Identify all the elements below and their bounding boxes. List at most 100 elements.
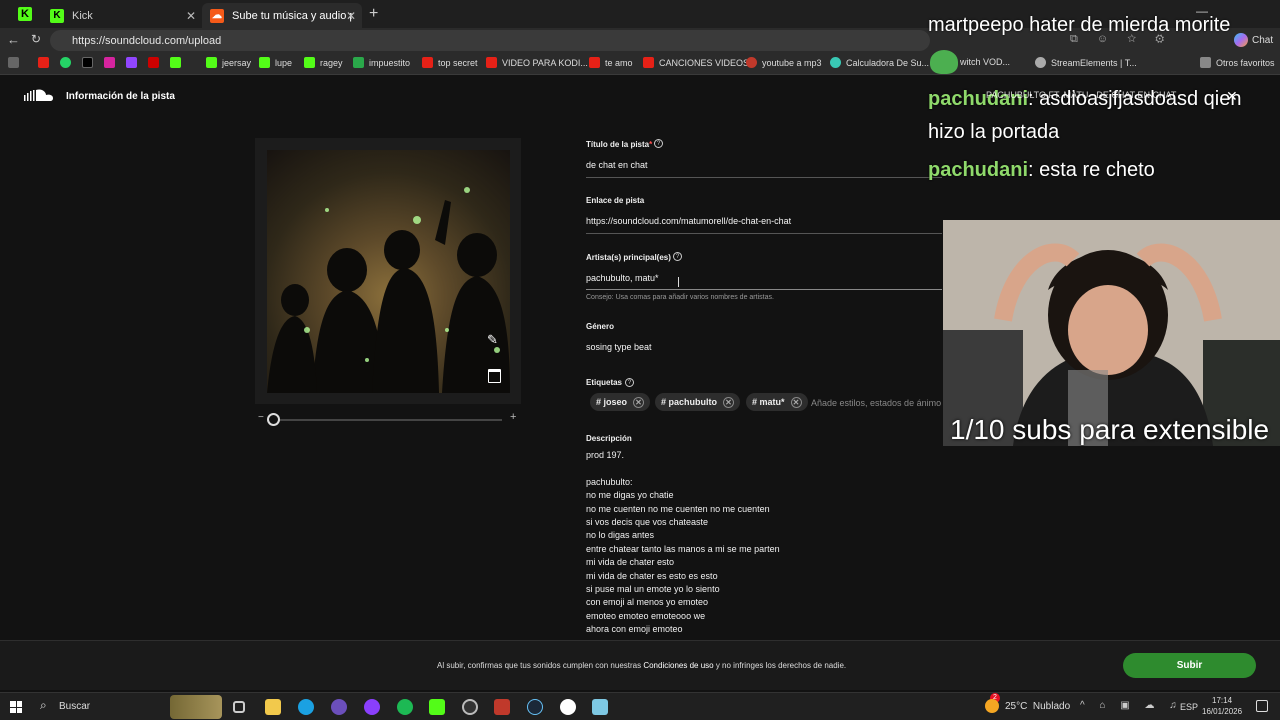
title-input[interactable]: de chat en chat <box>586 160 648 170</box>
language-indicator[interactable]: ESP <box>1180 702 1198 712</box>
tab-soundcloud[interactable]: ☁ Sube tu música y audio para comp ✕ <box>202 3 362 28</box>
obs-icon[interactable] <box>462 699 478 715</box>
artist-underline <box>586 289 942 290</box>
bookmark-impuestito[interactable]: impuestito <box>353 57 410 68</box>
pepe-emote-icon <box>930 50 958 74</box>
file-explorer-icon[interactable] <box>265 699 281 715</box>
instagram-icon <box>104 57 115 68</box>
search-icon[interactable]: ⌕ <box>40 698 47 713</box>
menu-icon <box>8 57 19 68</box>
tag-chip-joseo[interactable]: # joseo ✕ <box>590 393 651 411</box>
bookmark-canciones[interactable]: CANCIONES VIDEOS <box>643 57 749 68</box>
tray-icons[interactable]: ^ ⌂ ▣ ☁ ♫ <box>1080 700 1183 711</box>
description-line: mi vida de chater esto <box>586 557 675 568</box>
close-icon[interactable]: ✕ <box>346 9 356 23</box>
tag-chip-matu[interactable]: # matu* ✕ <box>746 393 808 411</box>
tab-kick[interactable]: K Kick ✕ <box>42 3 202 28</box>
task-view-icon[interactable] <box>233 701 245 713</box>
back-icon[interactable]: ← <box>7 32 20 47</box>
edit-artwork-icon[interactable]: ✎ <box>487 332 498 348</box>
steam-icon[interactable] <box>527 699 543 715</box>
description-line: si puse mal un emote yo lo siento <box>586 584 720 595</box>
bookmark-video-kodi[interactable]: VIDEO PARA KODI... <box>486 57 588 68</box>
taskbar-search[interactable]: Buscar <box>59 701 90 712</box>
spotify-icon[interactable] <box>397 699 413 715</box>
reload-icon[interactable]: ↻ <box>31 32 41 46</box>
edge-icon[interactable] <box>298 699 314 715</box>
description-line <box>586 462 780 475</box>
taskbar: ⌕ Buscar 2 25°C Nublado ^ ⌂ ▣ ☁ ♫ ESP 17… <box>0 692 1280 720</box>
title-underline <box>586 177 942 178</box>
twitch-icon <box>126 57 137 68</box>
description-textarea[interactable]: prod 197. pachubulto: no me digas yo chat… <box>586 449 780 637</box>
remove-tag-icon[interactable]: ✕ <box>633 396 645 408</box>
bookmark-te-amo[interactable]: te amo <box>589 57 633 68</box>
delete-artwork-icon[interactable] <box>488 369 501 383</box>
bookmark-lupe[interactable]: lupe <box>259 57 292 68</box>
close-icon[interactable]: ✕ <box>186 9 196 23</box>
notifications-icon[interactable] <box>1256 700 1268 712</box>
canva-icon[interactable] <box>364 699 380 715</box>
whatsapp-icon <box>60 57 71 68</box>
x-icon <box>82 57 93 68</box>
info-icon[interactable]: ? <box>654 139 663 148</box>
soundcloud-logo-icon[interactable] <box>24 89 54 102</box>
zoom-slider-track[interactable] <box>268 419 502 421</box>
video-editor-icon[interactable] <box>494 699 510 715</box>
remove-tag-icon[interactable]: ✕ <box>723 396 734 408</box>
pinterest-icon <box>148 57 159 68</box>
browser-icon[interactable] <box>331 699 347 715</box>
bookmark-ragey[interactable]: ragey <box>304 57 343 68</box>
zoom-out-icon[interactable]: − <box>258 412 264 423</box>
info-icon[interactable]: ? <box>673 252 682 261</box>
bookmark-calculadora[interactable]: Calculadora De Su... <box>830 57 929 68</box>
app-icon[interactable] <box>592 699 608 715</box>
windows-start-icon[interactable] <box>10 701 22 713</box>
terms-notice: Al subir, confirmas que tus sonidos cump… <box>437 661 847 670</box>
genre-input[interactable]: sosing type beat <box>586 342 652 352</box>
close-icon[interactable]: ✕ <box>1226 88 1238 105</box>
bookmark-youtube-mp3[interactable]: youtube a mp3 <box>746 57 822 68</box>
kick-icon <box>170 57 181 68</box>
soundcloud-icon: ☁ <box>210 8 224 23</box>
kick-app-icon[interactable]: K <box>18 7 32 21</box>
description-line: no me digas yo chatie <box>586 490 674 501</box>
description-line: pachubulto: <box>586 476 633 487</box>
media-player-icon[interactable] <box>560 699 576 715</box>
chat-message: hizo la portada <box>928 121 1060 143</box>
webcam-feed <box>943 220 1280 446</box>
bookmark-top-secret[interactable]: top secret <box>422 57 478 68</box>
link-label: Enlace de pista <box>586 196 645 205</box>
description-line: ahora con emoji emoteo <box>586 624 683 635</box>
youtube-icon <box>38 57 49 68</box>
remove-tag-icon[interactable]: ✕ <box>790 396 802 408</box>
artist-hint: Consejo: Usa comas para añadir varios no… <box>586 294 774 301</box>
artist-input[interactable]: pachubulto, matu* <box>586 273 659 283</box>
bookmark-jeersay[interactable]: jeersay <box>206 57 251 68</box>
new-tab-button[interactable]: + <box>369 5 378 23</box>
description-line: prod 197. <box>586 450 625 460</box>
bookmark-icons[interactable] <box>8 57 186 68</box>
description-line: entre chatear tanto las manos a mi se me… <box>586 543 780 554</box>
url-field[interactable]: https://soundcloud.com/upload <box>50 30 930 51</box>
description-line: no me cuenten no me cuenten no me cuente… <box>586 503 770 514</box>
title-label: Título de la pista* <box>586 140 653 149</box>
submit-button[interactable]: Subir <box>1123 653 1256 678</box>
text-cursor-icon <box>678 277 679 287</box>
terms-link[interactable]: Condiciones de uso <box>643 661 713 670</box>
tags-input[interactable]: Añade estilos, estados de ánimo <box>811 398 942 408</box>
subs-goal-text: 1/10 subs para extensible <box>950 414 1270 445</box>
link-input[interactable]: https://soundcloud.com/matumorell/de-cha… <box>586 216 791 226</box>
weather-text[interactable]: 25°C Nublado <box>1005 701 1070 712</box>
page-title: Información de la pista <box>66 91 175 102</box>
artwork-image <box>267 150 510 393</box>
url-text: https://soundcloud.com/upload <box>72 34 222 47</box>
kick-icon[interactable] <box>429 699 445 715</box>
clock-date[interactable]: 16/01/2026 <box>1202 707 1242 716</box>
tag-chip-pachubulto[interactable]: # pachubulto ✕ <box>655 393 740 411</box>
info-icon[interactable]: ? <box>625 378 634 387</box>
clock-time[interactable]: 17:14 <box>1212 696 1232 705</box>
zoom-in-icon[interactable]: + <box>510 411 516 423</box>
description-line: emoteo emoteo emoteooo we <box>586 610 706 621</box>
zoom-slider-handle[interactable] <box>267 413 280 426</box>
